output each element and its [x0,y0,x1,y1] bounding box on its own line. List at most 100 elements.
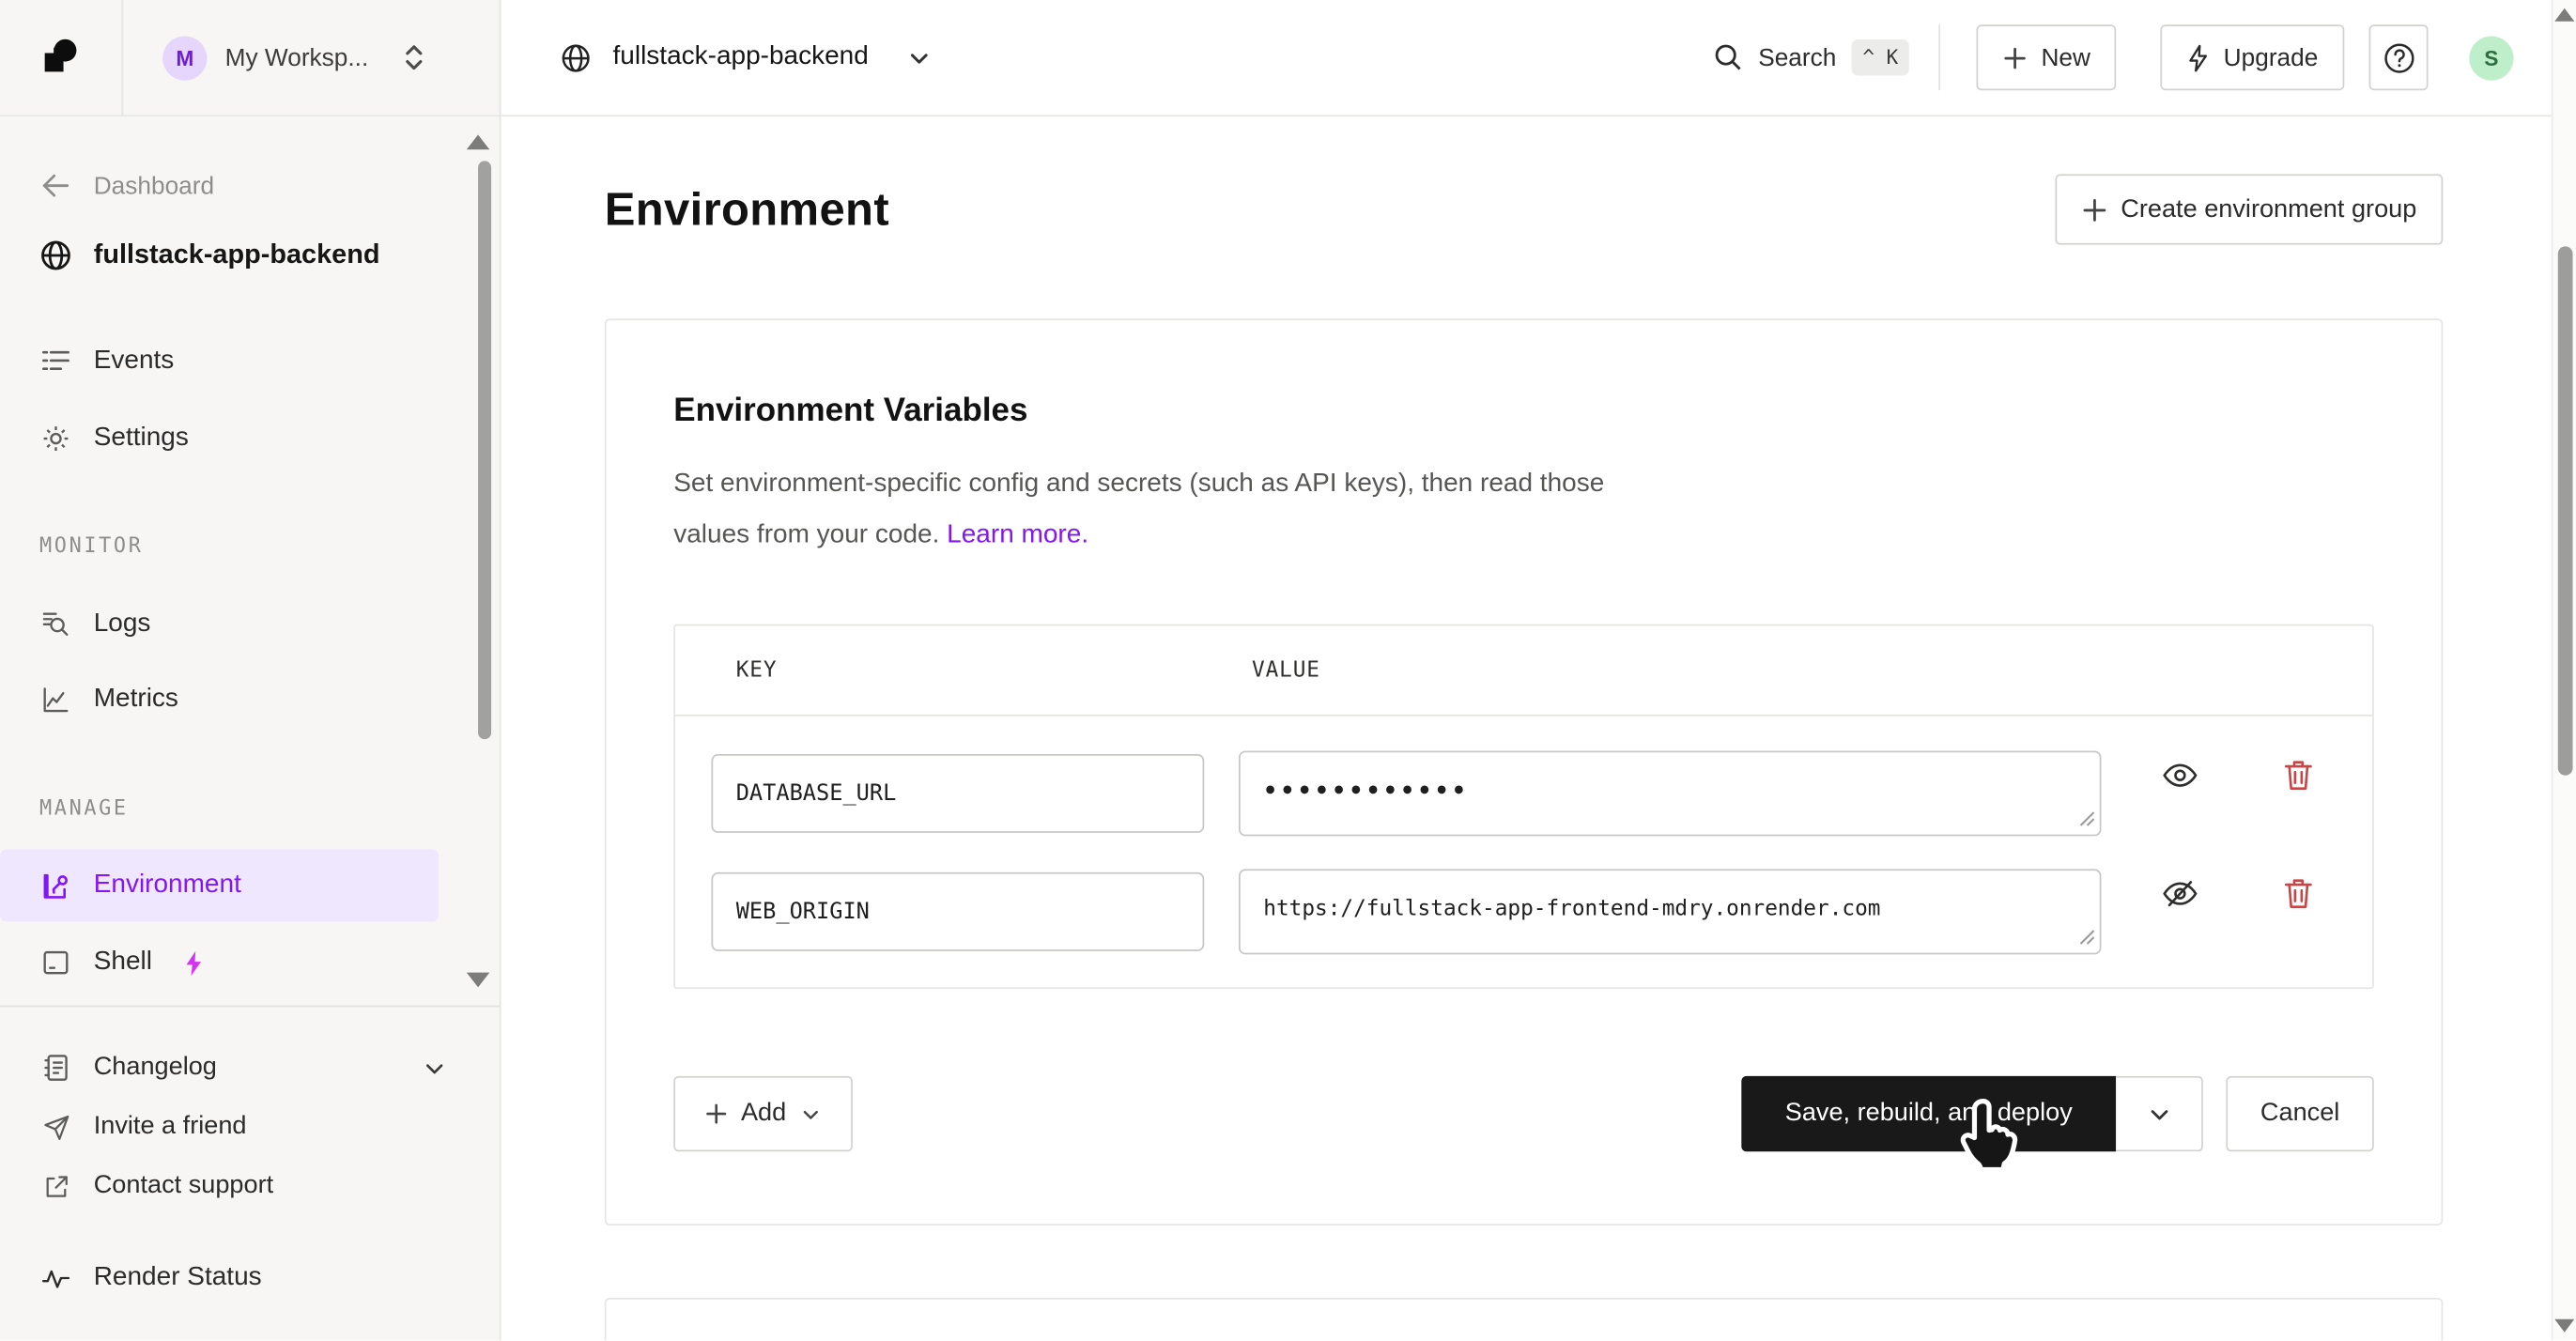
sidebar-back-label: Dashboard [94,172,214,200]
changelog-icon [39,1053,72,1082]
eye-slash-icon [2162,879,2198,908]
sidebar-item-environment[interactable]: Environment [0,849,439,921]
gear-icon [39,424,72,453]
env-value-input[interactable] [1239,750,2101,836]
sidebar-section-monitor: MONITOR [39,532,144,557]
search-button[interactable]: Search ^ K [1714,39,1910,75]
sidebar-item-contact-support[interactable]: Contact support [0,1160,500,1212]
sidebar-item-invite[interactable]: Invite a friend [0,1101,500,1153]
sidebar-item-logs[interactable]: Logs [0,598,500,651]
sidebar-item-render-status[interactable]: Render Status [0,1252,500,1304]
chart-icon [39,685,72,714]
next-section-card [605,1298,2444,1340]
sidebar-item-metrics[interactable]: Metrics [0,673,500,726]
delete-variable-button[interactable] [2278,756,2318,795]
env-variables-table: KEY VALUE [673,624,2374,989]
sidebar-back-dashboard[interactable]: Dashboard [0,160,500,212]
top-bar-left: M My Worksp... [0,0,501,115]
sidebar-service-label: fullstack-app-backend [94,239,380,270]
sidebar-section-manage: MANAGE [39,795,129,820]
render-logo-icon [39,36,82,78]
sidebar-item-label: Render Status [94,1263,262,1292]
sidebar-item-shell[interactable]: Shell [0,936,500,989]
sidebar-item-changelog[interactable]: Changelog [0,1041,500,1094]
sidebar-item-label: Invite a friend [94,1112,247,1141]
sidebar-item-events[interactable]: Events [0,335,500,388]
log-search-icon [39,609,72,639]
arrow-left-icon [39,173,72,199]
chevron-down-icon [906,45,931,69]
sidebar-item-label: Events [94,347,175,376]
page-scrollbar-thumb[interactable] [2558,246,2573,775]
workspace-name: My Worksp... [225,43,369,71]
scroll-down-arrow[interactable] [2554,1319,2574,1333]
sidebar-item-settings[interactable]: Settings [0,412,500,465]
help-icon [2382,40,2416,75]
workspace-selector-icon [403,42,425,71]
sidebar-scrollbar-thumb[interactable] [478,161,491,739]
upgrade-button-label: Upgrade [2224,43,2319,71]
description-line-1: Set environment-specific config and secr… [673,470,1604,498]
value-column-header: VALUE [1252,658,1320,683]
page-header: Environment Create environment group [605,174,2444,244]
lightning-icon [2187,43,2210,71]
search-icon [1714,42,1743,71]
header-divider [1939,24,1941,90]
add-variable-group: Add [673,1076,852,1151]
env-key-input[interactable] [711,872,1204,951]
env-value-input[interactable] [1239,869,2101,954]
sidebar-scroll-down[interactable] [467,973,489,988]
chevron-down-icon [2147,1102,2171,1126]
reveal-value-button[interactable] [2160,756,2199,795]
plus-icon [2081,196,2107,223]
search-shortcut-badge: ^ K [1851,39,1909,75]
sidebar-separator [0,1006,500,1008]
terminal-icon [39,948,72,977]
create-environment-group-button[interactable]: Create environment group [2055,174,2443,244]
learn-more-link[interactable]: Learn more. [947,521,1088,549]
service-name: fullstack-app-backend [613,42,869,71]
sidebar-item-label: Shell [94,948,152,977]
new-button-label: New [2041,43,2090,71]
sidebar-service-name[interactable]: fullstack-app-backend [0,225,500,285]
new-button[interactable]: New [1977,24,2117,90]
key-column-header: KEY [736,658,778,683]
top-actions: Search ^ K New Upgrade [1714,0,2514,115]
sidebar-scroll-up[interactable] [467,134,489,149]
upgrade-button[interactable]: Upgrade [2161,24,2344,90]
render-logo[interactable] [0,0,123,115]
save-rebuild-deploy-button[interactable]: Save, rebuild, and deploy [1741,1076,2116,1151]
user-avatar[interactable]: S [2469,36,2513,80]
delete-variable-button[interactable] [2278,874,2318,914]
top-bar: M My Worksp... fullstack-app-backend [0,0,2552,116]
scroll-up-arrow[interactable] [2554,8,2574,22]
table-header-row: KEY VALUE [675,626,2372,717]
add-variable-button[interactable]: Add [673,1076,852,1151]
sidebar: Dashboard fullstack-app-backend Events S… [0,116,501,1340]
eye-icon [2162,761,2198,790]
workspace-avatar: M [162,36,207,80]
create-environment-group-label: Create environment group [2121,194,2416,224]
save-options-button[interactable] [2116,1076,2203,1151]
hide-value-button[interactable] [2160,874,2199,914]
environment-variables-card: Environment Variables Set environment-sp… [605,318,2444,1225]
plus-icon [704,1102,727,1125]
sidebar-item-label: Settings [94,424,189,453]
paper-plane-icon [39,1113,72,1141]
save-actions-group: Save, rebuild, and deploy Cancel [1741,1076,2374,1151]
help-button[interactable] [2369,24,2429,90]
trash-icon [2284,877,2313,910]
globe-icon [39,238,72,272]
workspace-switcher[interactable]: M My Worksp... [123,0,500,115]
service-picker[interactable]: fullstack-app-backend [561,42,932,73]
sidebar-item-label: Metrics [94,685,178,714]
sidebar-item-label: Changelog [94,1053,217,1082]
top-bar-main: fullstack-app-backend Search ^ K New [501,0,2552,115]
page-title: Environment [605,183,889,236]
environment-edit-icon [39,870,72,901]
external-link-icon [39,1172,72,1200]
cancel-button[interactable]: Cancel [2226,1076,2373,1151]
pulse-icon [39,1265,72,1291]
env-variable-row [675,717,2372,835]
env-key-input[interactable] [711,754,1204,833]
